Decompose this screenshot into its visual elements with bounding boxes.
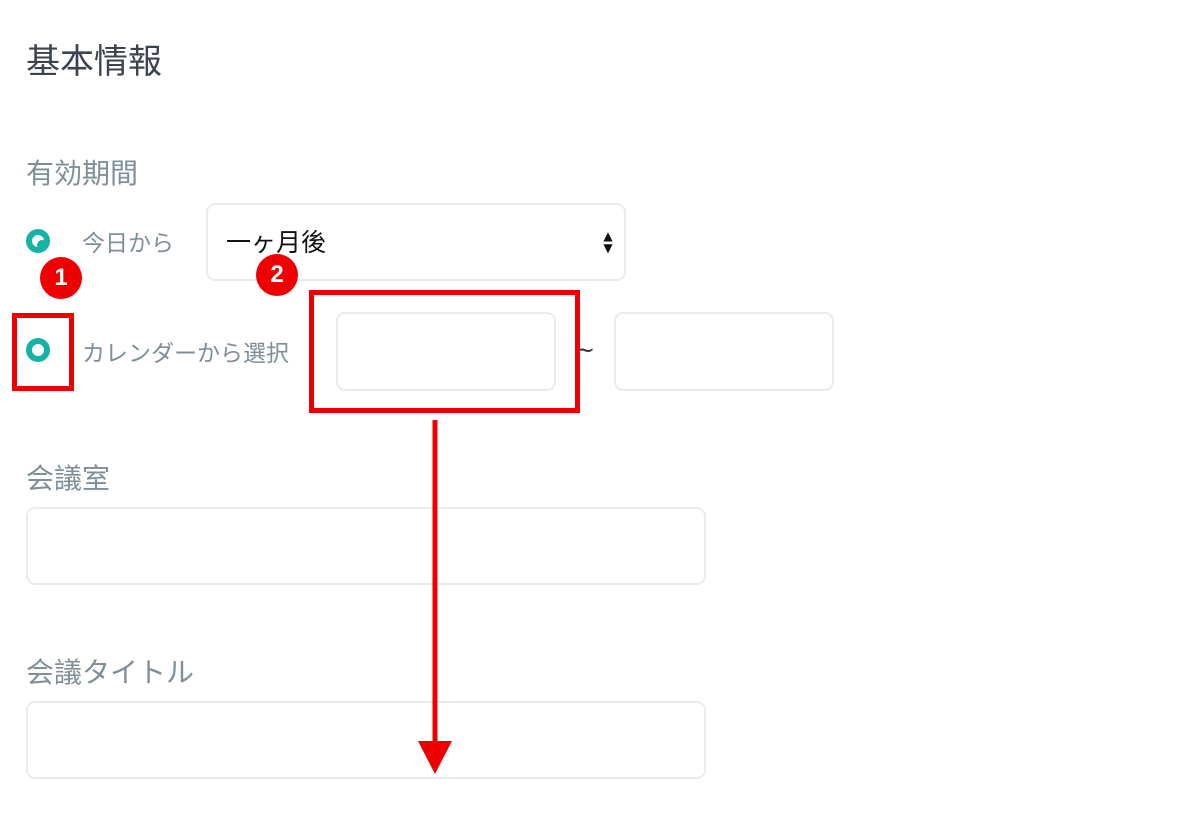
annotation-arrow [418,420,452,774]
arrow-down-icon [418,741,452,774]
